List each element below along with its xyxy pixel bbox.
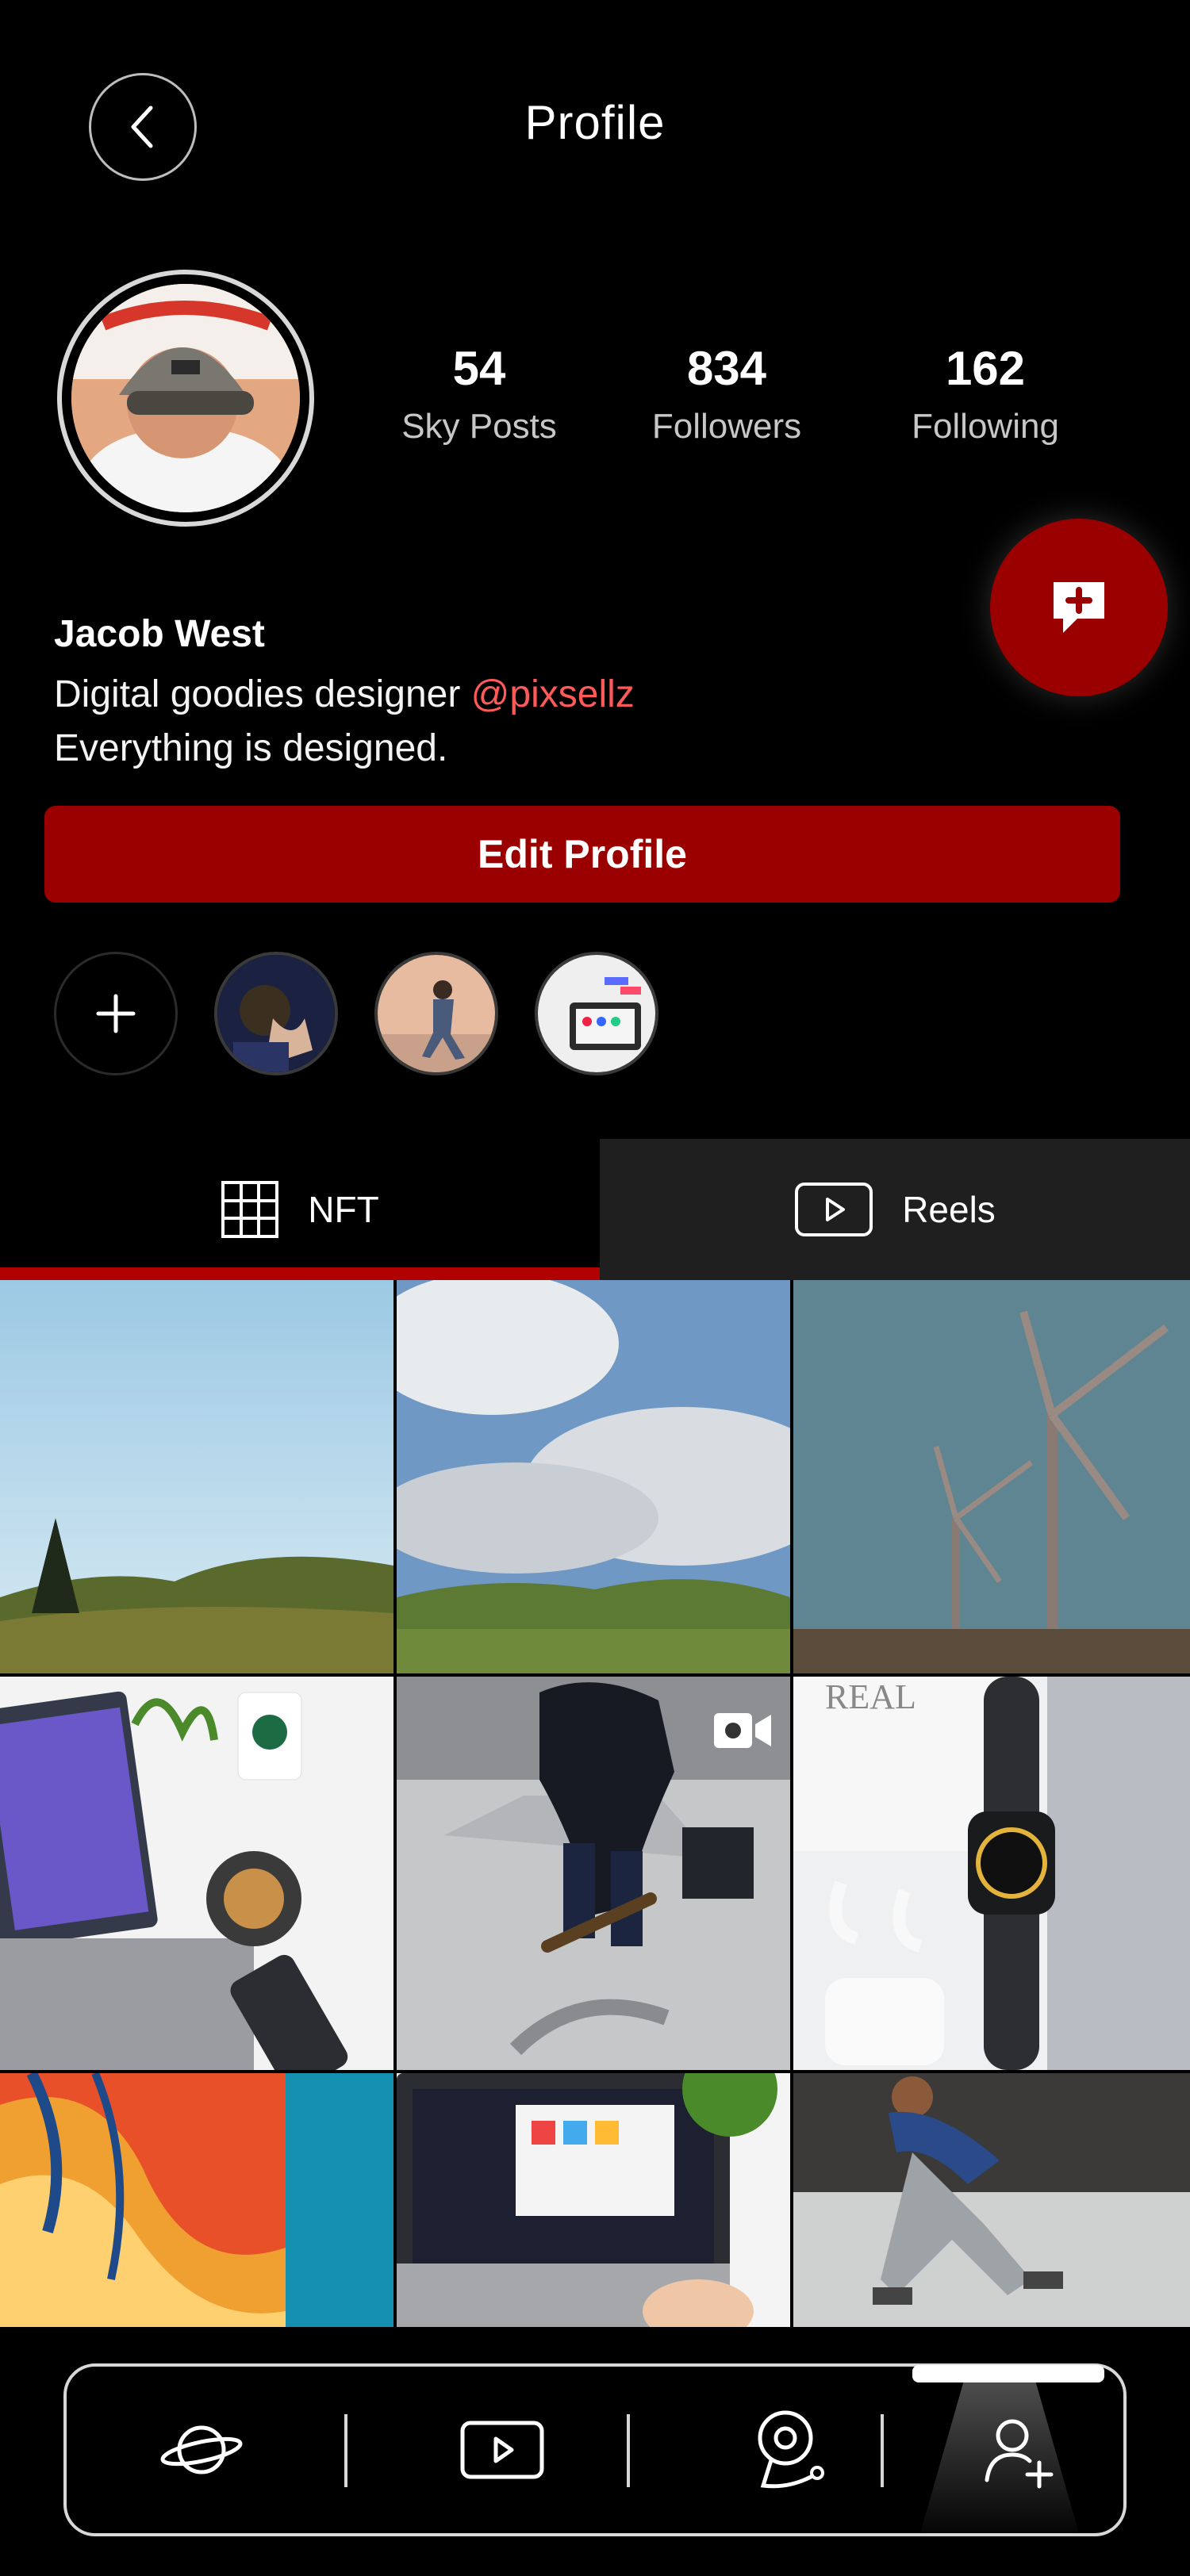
play-icon: [460, 2421, 544, 2479]
grid-photo[interactable]: [397, 1280, 790, 1673]
nav-divider: [627, 2414, 630, 2487]
nav-reels[interactable]: [384, 2367, 622, 2533]
tab-label: Reels: [902, 1189, 996, 1230]
grid-photo[interactable]: [0, 1677, 393, 2070]
grid-photo[interactable]: [397, 2073, 790, 2327]
grid-photo[interactable]: [793, 2073, 1190, 2327]
tab-nft[interactable]: NFT: [0, 1139, 600, 1280]
reel-icon: [714, 1713, 771, 1748]
nav-divider: [344, 2414, 347, 2487]
nav-location[interactable]: [670, 2367, 908, 2533]
plus-icon: [96, 994, 136, 1033]
stat-value: 162: [945, 342, 1026, 395]
stat-value: 54: [452, 342, 506, 395]
profile-name: Jacob West: [54, 613, 265, 655]
planet-icon: [160, 2425, 243, 2474]
nav-explore[interactable]: [98, 2367, 305, 2533]
new-message-button[interactable]: [990, 519, 1168, 696]
highlight-story[interactable]: [214, 952, 338, 1075]
stat-value: 834: [686, 342, 767, 395]
grid-photo[interactable]: REAL: [793, 1677, 1190, 2070]
bio-line-1: Digital goodies designer @pixsellz: [54, 673, 635, 716]
play-icon: [795, 1183, 873, 1236]
location-icon: [758, 2410, 824, 2489]
stat-following[interactable]: 162 Following: [882, 341, 1088, 447]
tab-reels[interactable]: Reels: [600, 1139, 1190, 1280]
avatar-image: [71, 284, 300, 512]
grid-photo[interactable]: [793, 1280, 1190, 1673]
add-user-icon: [985, 2419, 1054, 2489]
stat-sky-posts[interactable]: 54 Sky Posts: [376, 341, 582, 447]
avatar[interactable]: [57, 270, 314, 527]
active-nav-indicator: [912, 2365, 1104, 2382]
active-tab-indicator: [0, 1267, 600, 1280]
stat-label: Sky Posts: [401, 407, 557, 446]
chat-plus-icon: [1054, 582, 1104, 633]
stat-followers[interactable]: 834 Followers: [624, 341, 830, 447]
page-title: Profile: [524, 96, 666, 149]
bio-text: Digital goodies designer: [54, 673, 471, 715]
bio-line-2: Everything is designed.: [54, 727, 448, 769]
grid-reel[interactable]: [397, 1677, 790, 2070]
mention-link[interactable]: @pixsellz: [471, 673, 635, 715]
add-highlight-button[interactable]: [54, 952, 178, 1075]
nav-profile[interactable]: [923, 2367, 1114, 2533]
svg-text:REAL: REAL: [825, 1677, 916, 1716]
grid-icon: [221, 1181, 279, 1238]
stat-label: Following: [912, 407, 1059, 446]
stat-label: Followers: [651, 407, 802, 446]
tab-label: NFT: [308, 1189, 379, 1230]
highlight-story[interactable]: [374, 952, 498, 1075]
grid-photo[interactable]: [0, 1280, 393, 1673]
edit-profile-button[interactable]: Edit Profile: [44, 806, 1120, 903]
nav-divider: [881, 2414, 884, 2487]
grid-photo[interactable]: [0, 2073, 393, 2327]
highlight-story[interactable]: [535, 952, 658, 1075]
bottom-navigation: [63, 2363, 1127, 2536]
